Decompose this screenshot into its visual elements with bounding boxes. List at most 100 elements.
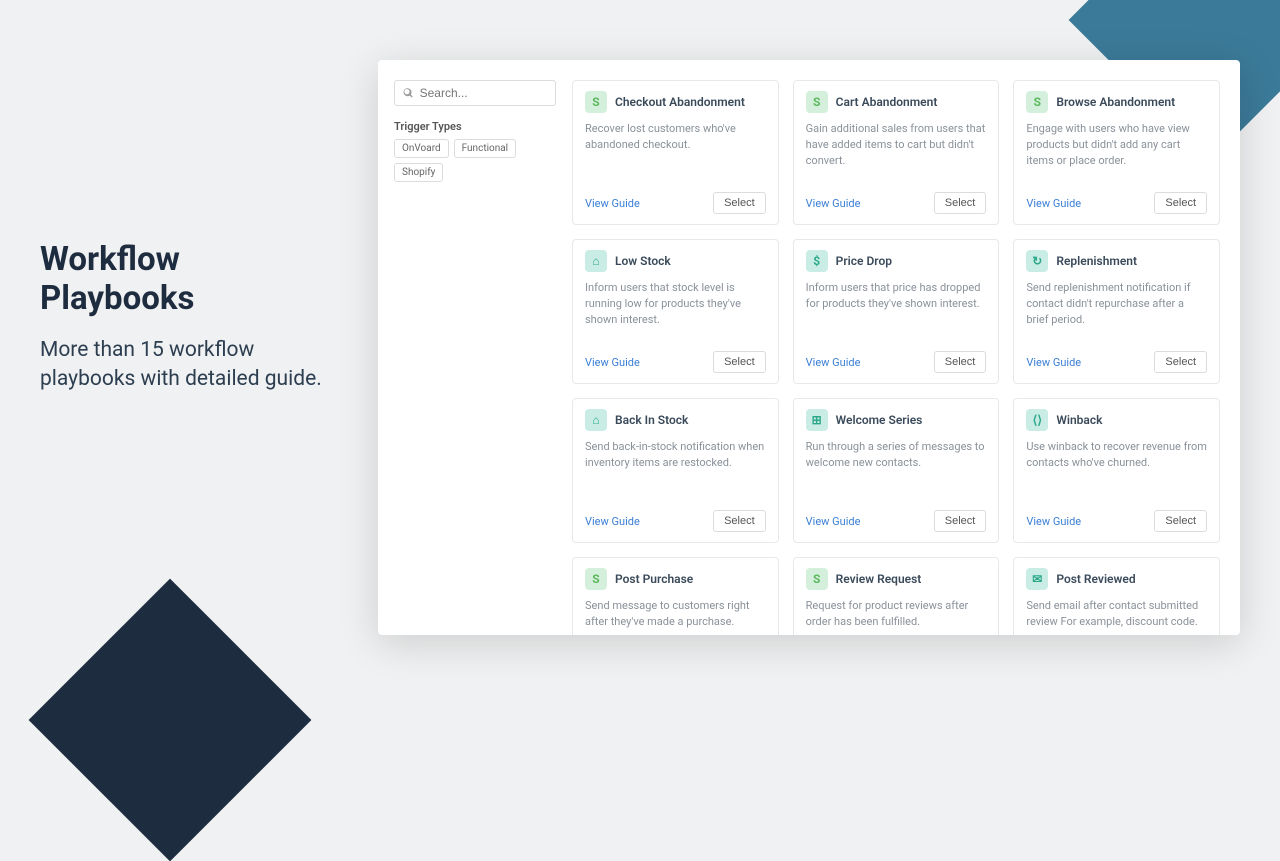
sidebar: Trigger Types OnVoard Functional Shopify [394,80,556,635]
playbook-card: S Browse Abandonment Engage with users who… [1013,80,1220,225]
cards-grid: S Checkout Abandonment Recover lost custom… [572,80,1220,635]
card-title: Checkout Abandonment [615,95,745,109]
shopify-icon: S [585,568,607,590]
select-button[interactable]: Select [934,351,987,373]
card-title: Price Drop [836,254,892,268]
card-title: Post Purchase [615,572,693,586]
card-title: Back In Stock [615,413,688,427]
card-footer: View Guide Select [585,510,766,532]
card-footer: View Guide Select [806,510,987,532]
card-header: ⌂ Back In Stock [585,409,766,431]
card-title: Browse Abandonment [1056,95,1175,109]
card-footer: View Guide Select [806,351,987,373]
card-header: S Checkout Abandonment [585,91,766,113]
shopify-icon: S [1026,91,1048,113]
hero-subtitle: More than 15 workflow playbooks with det… [40,336,340,395]
card-header: S Review Request [806,568,987,590]
select-button[interactable]: Select [713,351,766,373]
card-description: Engage with users who have view products… [1026,121,1207,192]
search-box[interactable] [394,80,556,106]
playbook-card: S Post Purchase Send message to customers … [572,557,779,635]
card-title: Winback [1056,413,1102,427]
view-guide-link[interactable]: View Guide [585,356,640,369]
shopify-icon: S [806,91,828,113]
select-button[interactable]: Select [713,192,766,214]
card-description: Send email after contact submitted revie… [1026,598,1207,635]
card-header: S Post Purchase [585,568,766,590]
card-footer: View Guide Select [585,192,766,214]
functional-icon: $ [806,250,828,272]
card-title: Post Reviewed [1056,572,1135,586]
card-header: S Browse Abandonment [1026,91,1207,113]
view-guide-link[interactable]: View Guide [806,356,861,369]
onvoard-icon: ✉ [1026,568,1048,590]
card-description: Inform users that price has dropped for … [806,280,987,351]
view-guide-link[interactable]: View Guide [1026,197,1081,210]
card-footer: View Guide Select [585,351,766,373]
card-description: Gain additional sales from users that ha… [806,121,987,192]
card-title: Cart Abandonment [836,95,938,109]
filter-tag-shopify[interactable]: Shopify [394,163,443,182]
functional-icon: ↻ [1026,250,1048,272]
card-header: ⌂ Low Stock [585,250,766,272]
card-header: ⊞ Welcome Series [806,409,987,431]
card-title: Review Request [836,572,922,586]
onvoard-icon: ⟨⟩ [1026,409,1048,431]
filter-heading: Trigger Types [394,120,556,133]
hero-panel: Workflow Playbooks More than 15 workflow… [40,240,340,395]
card-description: Send replenishment notification if conta… [1026,280,1207,351]
filter-tag-onvoard[interactable]: OnVoard [394,139,449,158]
playbook-card: S Checkout Abandonment Recover lost custom… [572,80,779,225]
view-guide-link[interactable]: View Guide [1026,515,1081,528]
card-description: Recover lost customers who've abandoned … [585,121,766,192]
card-description: Send back-in-stock notification when inv… [585,439,766,510]
select-button[interactable]: Select [934,192,987,214]
search-input[interactable] [420,86,547,100]
select-button[interactable]: Select [1154,351,1207,373]
search-icon [403,87,414,99]
card-title: Welcome Series [836,413,923,427]
playbook-card: S Review Request Request for product revie… [793,557,1000,635]
card-header: ⟨⟩ Winback [1026,409,1207,431]
filter-tag-functional[interactable]: Functional [454,139,517,158]
card-footer: View Guide Select [806,192,987,214]
playbook-card: ✉ Post Reviewed Send email after contact s… [1013,557,1220,635]
playbook-card: $ Price Drop Inform users that price has d… [793,239,1000,384]
card-description: Inform users that stock level is running… [585,280,766,351]
card-description: Send message to customers right after th… [585,598,766,635]
playbook-card: S Cart Abandonment Gain additional sales f… [793,80,1000,225]
select-button[interactable]: Select [1154,192,1207,214]
select-button[interactable]: Select [934,510,987,532]
shopify-icon: S [806,568,828,590]
functional-icon: ⌂ [585,409,607,431]
card-description: Request for product reviews after order … [806,598,987,635]
select-button[interactable]: Select [1154,510,1207,532]
card-footer: View Guide Select [1026,510,1207,532]
card-description: Use winback to recover revenue from cont… [1026,439,1207,510]
card-footer: View Guide Select [1026,351,1207,373]
view-guide-link[interactable]: View Guide [806,515,861,528]
app-window: Trigger Types OnVoard Functional Shopify… [378,60,1240,635]
view-guide-link[interactable]: View Guide [1026,356,1081,369]
playbook-card: ⌂ Low Stock Inform users that stock level … [572,239,779,384]
card-header: ↻ Replenishment [1026,250,1207,272]
playbook-card: ↻ Replenishment Send replenishment notific… [1013,239,1220,384]
card-title: Low Stock [615,254,671,268]
card-footer: View Guide Select [1026,192,1207,214]
view-guide-link[interactable]: View Guide [585,197,640,210]
card-description: Run through a series of messages to welc… [806,439,987,510]
card-title: Replenishment [1056,254,1137,268]
functional-icon: ⌂ [585,250,607,272]
view-guide-link[interactable]: View Guide [585,515,640,528]
playbook-card: ⌂ Back In Stock Send back-in-stock notific… [572,398,779,543]
onvoard-icon: ⊞ [806,409,828,431]
select-button[interactable]: Select [713,510,766,532]
shopify-icon: S [585,91,607,113]
playbook-card: ⟨⟩ Winback Use winback to recover revenue … [1013,398,1220,543]
filter-tags: OnVoard Functional Shopify [394,139,556,182]
card-header: ✉ Post Reviewed [1026,568,1207,590]
card-header: $ Price Drop [806,250,987,272]
card-header: S Cart Abandonment [806,91,987,113]
view-guide-link[interactable]: View Guide [806,197,861,210]
playbook-card: ⊞ Welcome Series Run through a series of m… [793,398,1000,543]
